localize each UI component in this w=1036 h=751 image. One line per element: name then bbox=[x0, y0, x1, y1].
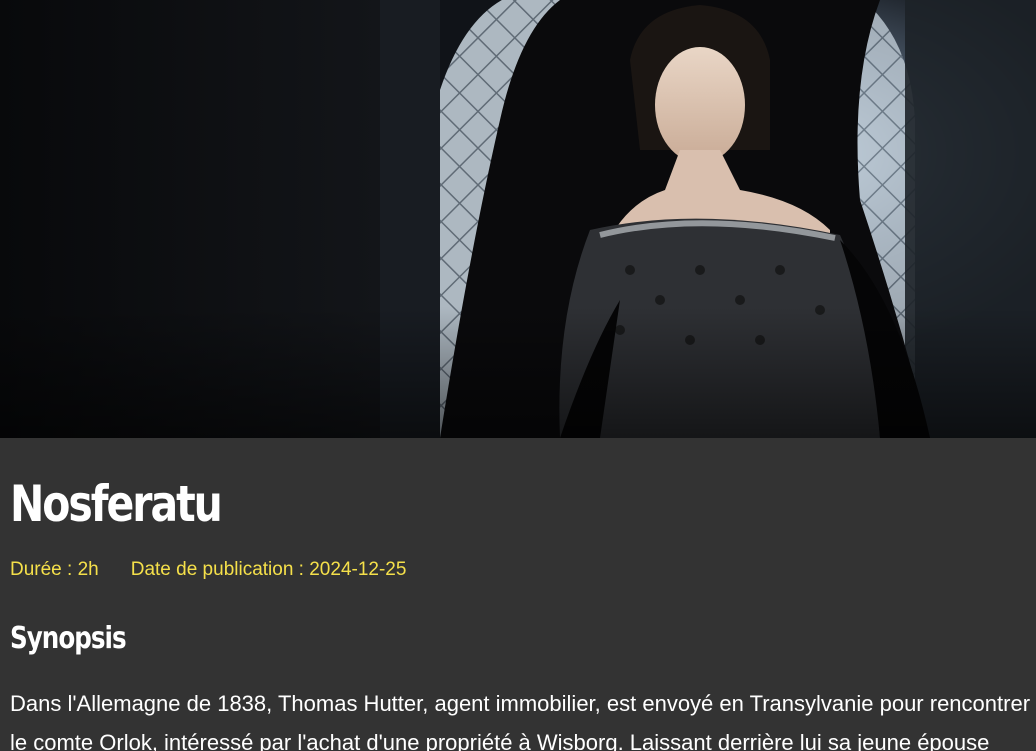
synopsis-heading: Synopsis bbox=[10, 621, 127, 656]
duration-label: Durée : 2h bbox=[10, 559, 99, 580]
page: Nosferatu Durée : 2h Date de publication … bbox=[0, 0, 1036, 751]
release-date-label: Date de publication : 2024-12-25 bbox=[130, 559, 407, 580]
movie-title: Nosferatu bbox=[10, 475, 223, 533]
hero-banner bbox=[0, 0, 1036, 438]
synopsis-text: Dans l'Allemagne de 1838, Thomas Hutter,… bbox=[10, 691, 1031, 751]
movie-meta: Durée : 2h Date de publication : 2024-12-… bbox=[10, 558, 406, 582]
movie-poster-image bbox=[0, 0, 1036, 438]
